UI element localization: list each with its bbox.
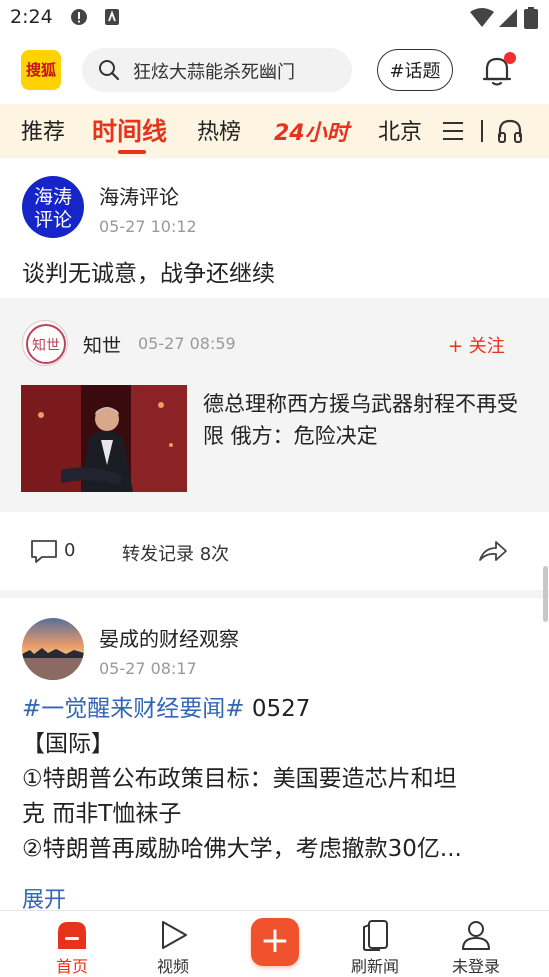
quoted-author[interactable]: 知世 [83, 331, 121, 358]
active-tab-indicator [118, 150, 146, 154]
nav-video[interactable]: 视频 [128, 911, 218, 977]
avatar-text: 知世 [32, 337, 60, 354]
post-line: ①特朗普公布政策目标：美国要造芯片和坦 [22, 766, 457, 792]
hashtag-suffix: 0527 [244, 696, 311, 722]
signal-icon [499, 9, 517, 27]
channel-menu-icon[interactable] [442, 121, 464, 141]
share-icon[interactable] [478, 538, 508, 564]
alert-icon [71, 9, 87, 25]
nav-profile-label: 未登录 [451, 957, 500, 976]
post-author[interactable]: 海涛评论 [99, 181, 179, 210]
nav-home[interactable]: 首页 [27, 911, 117, 977]
article-image [21, 385, 187, 492]
avatar[interactable]: 海涛 评论 [22, 176, 84, 238]
post-actions: 0 转发记录 8次 [0, 512, 549, 590]
sohu-logo[interactable]: 搜狐 [21, 50, 61, 90]
search-bar[interactable]: 狂炫大蒜能杀死幽门 [82, 48, 352, 92]
plus-icon: + [259, 920, 291, 961]
post-time: 05-27 08:17 [99, 659, 197, 678]
logo-text: 搜狐 [25, 60, 56, 79]
nav-refresh-news-label: 刷新闻 [350, 957, 399, 976]
avatar-image: 海涛 评论 [34, 186, 72, 231]
status-time: 2:24 [10, 6, 53, 28]
publish-plus-button[interactable]: + [251, 918, 299, 966]
post-divider [0, 590, 549, 598]
scrollbar[interactable] [543, 566, 548, 622]
sim-card-icon [105, 9, 119, 25]
post-line: 克 而非T恤袜子 [22, 801, 182, 827]
app-header: 搜狐 狂炫大蒜能杀死幽门 #话题 [0, 36, 549, 104]
nav-profile[interactable]: 未登录 [431, 911, 521, 977]
post-line: 【国际】 [22, 731, 114, 757]
channel-tabs: 推荐 时间线 热榜 24小时 北京 [0, 104, 549, 158]
headphones-icon[interactable] [497, 118, 523, 144]
status-bar: 2:24 [0, 0, 549, 36]
post-author[interactable]: 晏成的财经观察 [99, 623, 239, 652]
follow-button[interactable]: + 关注 [448, 332, 505, 358]
user-icon [462, 921, 490, 950]
avatar-text-bottom: 评论 [34, 209, 72, 231]
battery-icon [524, 7, 538, 29]
post-text[interactable]: 谈判无诚意，战争还继续 [22, 254, 275, 288]
comment-icon[interactable] [30, 538, 58, 564]
hashtag-link[interactable]: #一觉醒来财经要闻# [22, 696, 245, 722]
topic-button[interactable]: #话题 [377, 49, 453, 91]
notification-badge [504, 52, 516, 64]
nav-video-label: 视频 [156, 957, 189, 976]
search-icon [99, 60, 120, 81]
nav-home-label: 首页 [55, 957, 88, 976]
avatar-image [22, 618, 84, 680]
wifi-icon [470, 8, 494, 27]
play-icon [162, 921, 187, 949]
search-placeholder: 狂炫大蒜能杀死幽门 [133, 62, 295, 83]
cards-icon [363, 920, 388, 951]
avatar-text-top: 海涛 [34, 186, 72, 208]
bottom-navigation: 首页 视频 + 刷新闻 未登录 [0, 910, 549, 977]
article-title[interactable]: 德总理称西方援乌武器射程不再受限 俄方：危险决定 [203, 388, 529, 452]
tab-timeline[interactable]: 时间线 [92, 112, 167, 148]
quoted-article-card[interactable]: 知世 知世 05-27 08:59 + 关注 德总理称西方援乌武器射程不再受限 … [0, 298, 549, 512]
avatar[interactable] [22, 618, 84, 680]
home-icon [58, 922, 86, 949]
avatar[interactable]: 知世 [22, 320, 68, 366]
tab-divider [481, 120, 483, 142]
post-line: ②特朗普再威胁哈佛大学，考虑撤款30亿... [22, 836, 462, 862]
tab-beijing[interactable]: 北京 [378, 114, 422, 146]
tab-24-hours[interactable]: 24小时 [274, 115, 349, 147]
avatar-image: 知世 [26, 324, 66, 364]
post-time: 05-27 10:12 [99, 217, 197, 236]
comment-count[interactable]: 0 [64, 540, 75, 561]
tab-recommend[interactable]: 推荐 [21, 114, 65, 146]
repost-record[interactable]: 转发记录 8次 [122, 540, 229, 566]
nav-refresh-news[interactable]: 刷新闻 [330, 911, 420, 977]
post-body[interactable]: #一觉醒来财经要闻# 0527 【国际】 ①特朗普公布政策目标：美国要造芯片和坦… [22, 692, 527, 867]
tab-hot-list[interactable]: 热榜 [197, 114, 241, 146]
post-hashtag-line: #一觉醒来财经要闻# 0527 [22, 692, 527, 727]
quoted-time: 05-27 08:59 [138, 334, 236, 353]
article-thumbnail[interactable] [21, 385, 187, 492]
